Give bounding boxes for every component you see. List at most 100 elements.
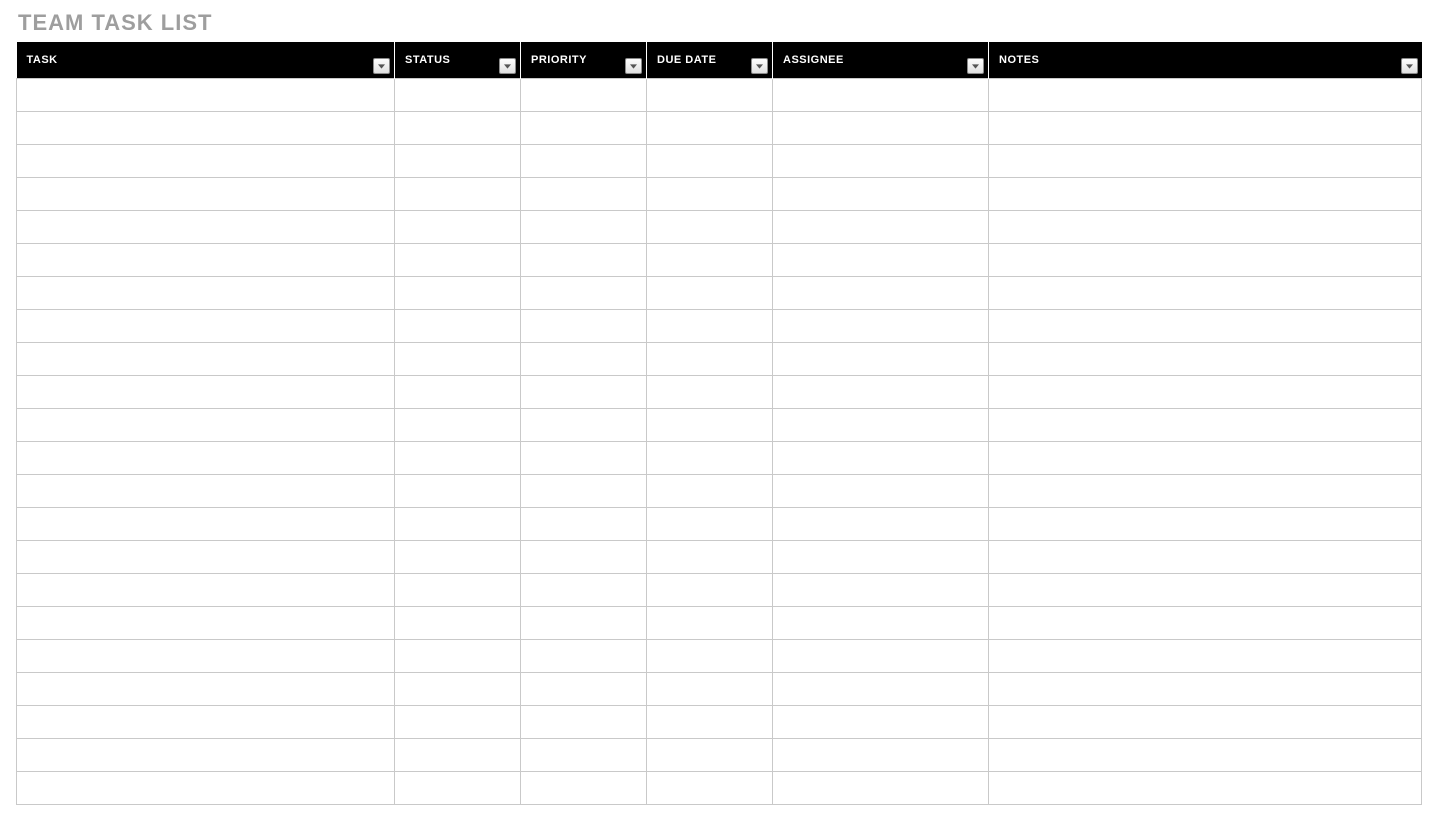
cell-priority[interactable] [521, 409, 647, 442]
cell-priority[interactable] [521, 640, 647, 673]
cell-task[interactable] [17, 673, 395, 706]
cell-task[interactable] [17, 607, 395, 640]
cell-due_date[interactable] [647, 640, 773, 673]
cell-priority[interactable] [521, 541, 647, 574]
cell-assignee[interactable] [773, 178, 989, 211]
cell-priority[interactable] [521, 244, 647, 277]
cell-status[interactable] [395, 79, 521, 112]
cell-assignee[interactable] [773, 442, 989, 475]
cell-priority[interactable] [521, 508, 647, 541]
cell-task[interactable] [17, 79, 395, 112]
cell-due_date[interactable] [647, 475, 773, 508]
cell-priority[interactable] [521, 79, 647, 112]
cell-priority[interactable] [521, 112, 647, 145]
cell-assignee[interactable] [773, 574, 989, 607]
cell-status[interactable] [395, 409, 521, 442]
cell-status[interactable] [395, 673, 521, 706]
cell-due_date[interactable] [647, 706, 773, 739]
cell-assignee[interactable] [773, 409, 989, 442]
cell-priority[interactable] [521, 475, 647, 508]
cell-status[interactable] [395, 607, 521, 640]
cell-status[interactable] [395, 112, 521, 145]
cell-status[interactable] [395, 244, 521, 277]
cell-task[interactable] [17, 277, 395, 310]
cell-notes[interactable] [989, 541, 1422, 574]
cell-assignee[interactable] [773, 277, 989, 310]
cell-notes[interactable] [989, 640, 1422, 673]
cell-status[interactable] [395, 310, 521, 343]
cell-priority[interactable] [521, 442, 647, 475]
cell-notes[interactable] [989, 178, 1422, 211]
cell-due_date[interactable] [647, 376, 773, 409]
cell-assignee[interactable] [773, 673, 989, 706]
cell-notes[interactable] [989, 79, 1422, 112]
cell-assignee[interactable] [773, 244, 989, 277]
cell-task[interactable] [17, 442, 395, 475]
cell-notes[interactable] [989, 145, 1422, 178]
cell-due_date[interactable] [647, 310, 773, 343]
cell-priority[interactable] [521, 739, 647, 772]
cell-status[interactable] [395, 640, 521, 673]
cell-task[interactable] [17, 112, 395, 145]
cell-task[interactable] [17, 706, 395, 739]
cell-priority[interactable] [521, 607, 647, 640]
cell-priority[interactable] [521, 277, 647, 310]
cell-priority[interactable] [521, 211, 647, 244]
cell-task[interactable] [17, 244, 395, 277]
cell-notes[interactable] [989, 706, 1422, 739]
cell-task[interactable] [17, 475, 395, 508]
cell-status[interactable] [395, 277, 521, 310]
filter-dropdown-icon[interactable] [967, 58, 984, 74]
filter-dropdown-icon[interactable] [751, 58, 768, 74]
cell-notes[interactable] [989, 376, 1422, 409]
cell-task[interactable] [17, 310, 395, 343]
cell-assignee[interactable] [773, 343, 989, 376]
cell-status[interactable] [395, 541, 521, 574]
cell-priority[interactable] [521, 673, 647, 706]
cell-status[interactable] [395, 772, 521, 805]
cell-task[interactable] [17, 343, 395, 376]
cell-due_date[interactable] [647, 508, 773, 541]
cell-notes[interactable] [989, 772, 1422, 805]
cell-assignee[interactable] [773, 739, 989, 772]
cell-assignee[interactable] [773, 640, 989, 673]
cell-notes[interactable] [989, 343, 1422, 376]
cell-notes[interactable] [989, 112, 1422, 145]
cell-notes[interactable] [989, 277, 1422, 310]
cell-due_date[interactable] [647, 739, 773, 772]
cell-task[interactable] [17, 211, 395, 244]
cell-task[interactable] [17, 739, 395, 772]
cell-notes[interactable] [989, 442, 1422, 475]
col-header-due-date[interactable]: DUE DATE [647, 42, 773, 79]
cell-due_date[interactable] [647, 673, 773, 706]
cell-task[interactable] [17, 574, 395, 607]
filter-dropdown-icon[interactable] [1401, 58, 1418, 74]
cell-status[interactable] [395, 343, 521, 376]
cell-due_date[interactable] [647, 442, 773, 475]
cell-notes[interactable] [989, 673, 1422, 706]
cell-priority[interactable] [521, 343, 647, 376]
cell-priority[interactable] [521, 772, 647, 805]
cell-status[interactable] [395, 706, 521, 739]
cell-due_date[interactable] [647, 343, 773, 376]
filter-dropdown-icon[interactable] [373, 58, 390, 74]
cell-assignee[interactable] [773, 772, 989, 805]
cell-task[interactable] [17, 772, 395, 805]
cell-status[interactable] [395, 211, 521, 244]
col-header-notes[interactable]: NOTES [989, 42, 1422, 79]
cell-notes[interactable] [989, 475, 1422, 508]
cell-priority[interactable] [521, 145, 647, 178]
cell-due_date[interactable] [647, 574, 773, 607]
cell-assignee[interactable] [773, 607, 989, 640]
cell-due_date[interactable] [647, 772, 773, 805]
cell-notes[interactable] [989, 409, 1422, 442]
cell-due_date[interactable] [647, 178, 773, 211]
cell-priority[interactable] [521, 310, 647, 343]
cell-due_date[interactable] [647, 211, 773, 244]
cell-status[interactable] [395, 442, 521, 475]
cell-notes[interactable] [989, 739, 1422, 772]
col-header-priority[interactable]: PRIORITY [521, 42, 647, 79]
cell-priority[interactable] [521, 706, 647, 739]
cell-due_date[interactable] [647, 145, 773, 178]
cell-status[interactable] [395, 574, 521, 607]
